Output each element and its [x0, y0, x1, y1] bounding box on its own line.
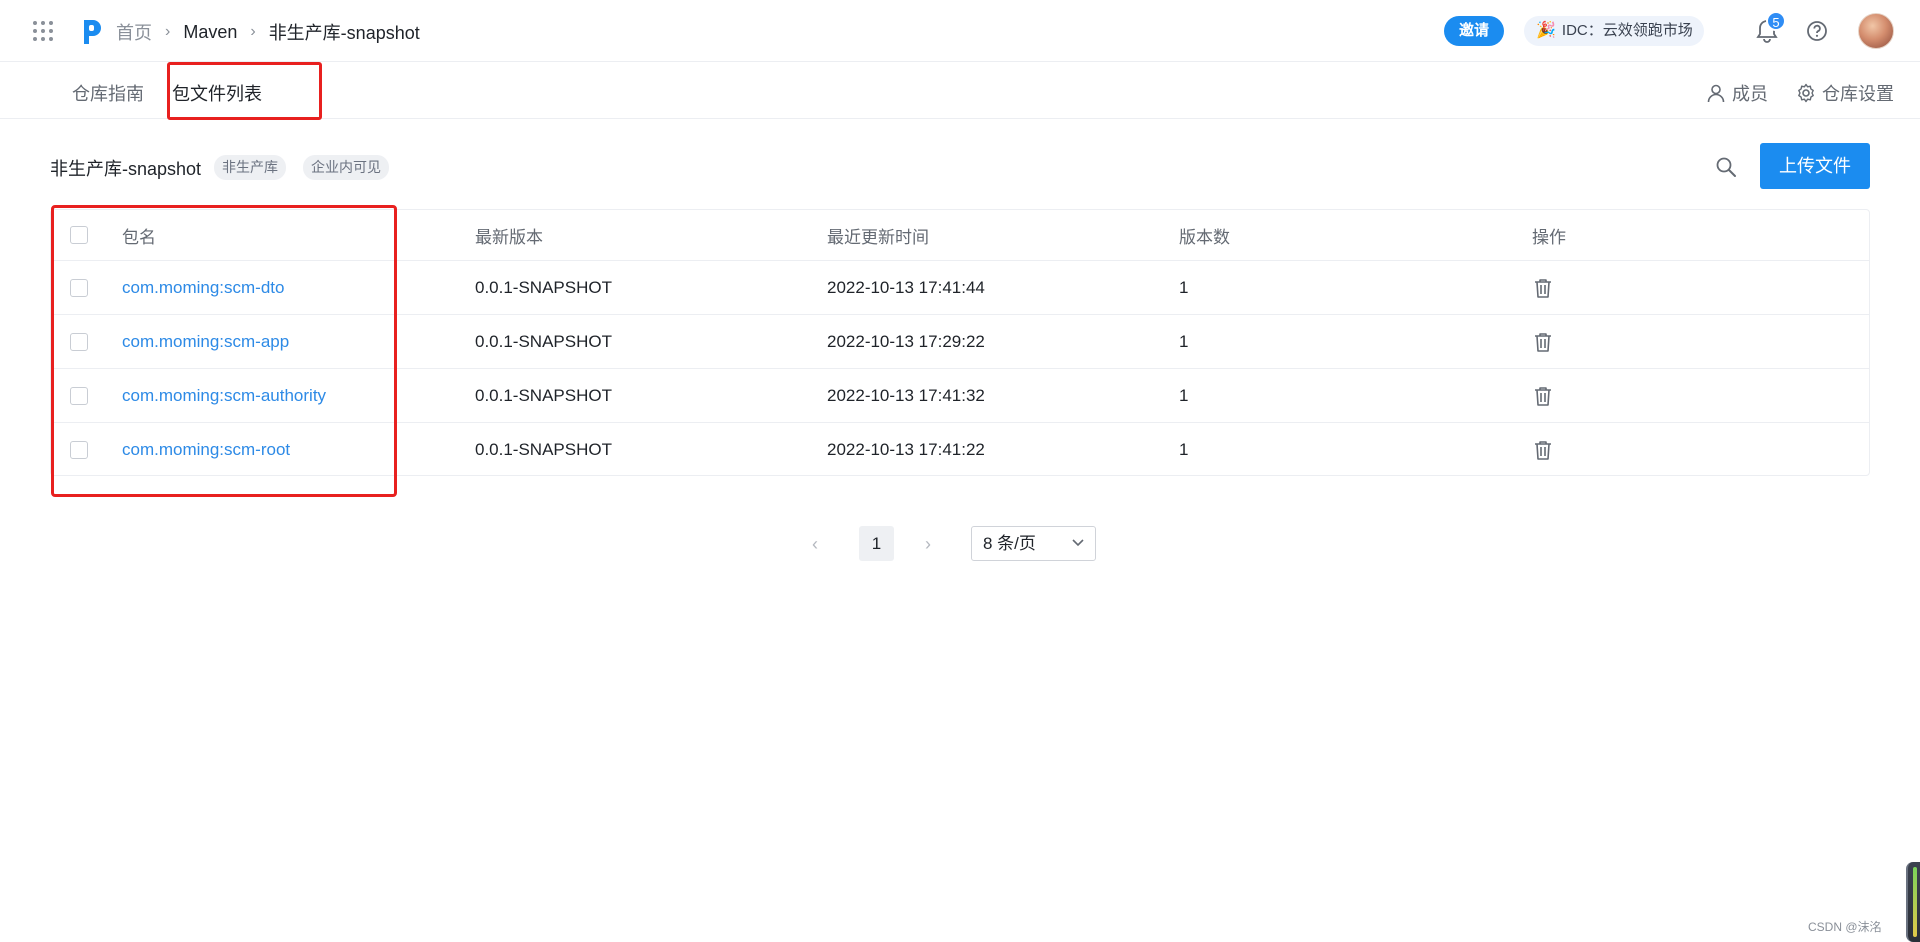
- latest-version: 0.0.1-SNAPSHOT: [475, 277, 612, 297]
- notification-badge: 5: [1766, 11, 1786, 31]
- table-row: com.moming:scm-app 0.0.1-SNAPSHOT 2022-1…: [51, 315, 1869, 369]
- row-checkbox[interactable]: [70, 278, 88, 297]
- delete-button[interactable]: [1532, 261, 1554, 314]
- table-row: com.moming:scm-authority 0.0.1-SNAPSHOT …: [51, 369, 1869, 423]
- version-count: 1: [1179, 440, 1189, 459]
- package-name-link[interactable]: com.moming:scm-dto: [122, 261, 284, 314]
- next-page-icon[interactable]: ›: [925, 534, 931, 555]
- invite-button[interactable]: 邀请: [1444, 16, 1504, 46]
- help-icon[interactable]: [1806, 20, 1828, 42]
- updated-time: 2022-10-13 17:29:22: [827, 331, 985, 351]
- gear-icon: [1798, 83, 1814, 103]
- version-count: 1: [1179, 331, 1189, 351]
- column-header-version: 最新版本: [475, 227, 543, 247]
- page-size-value: 8 条/页: [983, 534, 1036, 553]
- breadcrumb-home[interactable]: 首页: [116, 19, 152, 45]
- pagination: ‹ 1 › 8 条/页: [0, 526, 1920, 562]
- chevron-right-icon: ›: [165, 23, 171, 40]
- tab-package-list[interactable]: 包文件列表: [172, 80, 262, 106]
- latest-version: 0.0.1-SNAPSHOT: [475, 440, 612, 459]
- breadcrumb-maven[interactable]: Maven: [183, 22, 237, 43]
- delete-button[interactable]: [1532, 423, 1554, 477]
- trash-icon: [1535, 386, 1551, 406]
- visibility-tag: 企业内可见: [303, 155, 389, 180]
- delete-button[interactable]: [1532, 315, 1554, 368]
- updated-time: 2022-10-13 17:41:22: [827, 440, 985, 459]
- apps-grid-icon[interactable]: [33, 21, 53, 41]
- chevron-right-icon: ›: [250, 23, 256, 40]
- select-all-checkbox[interactable]: [70, 226, 88, 244]
- package-name-link[interactable]: com.moming:scm-root: [122, 423, 290, 477]
- top-header: 首页 › Maven › 非生产库-snapshot 邀请 🎉 IDC：云效领跑…: [0, 0, 1920, 62]
- package-name-link[interactable]: com.moming:scm-app: [122, 315, 289, 368]
- repo-subnav: 仓库指南 包文件列表 成员 仓库设置: [0, 62, 1920, 119]
- watermark: CSDN @沫洺: [1808, 920, 1882, 934]
- trash-icon: [1535, 278, 1551, 298]
- packages-logo-icon[interactable]: [78, 16, 106, 46]
- trash-icon: [1535, 441, 1551, 460]
- user-avatar[interactable]: [1858, 13, 1894, 49]
- version-count: 1: [1179, 385, 1189, 405]
- updated-time: 2022-10-13 17:41:32: [827, 385, 985, 405]
- version-count: 1: [1179, 277, 1189, 297]
- column-header-name: 包名: [122, 227, 156, 247]
- latest-version: 0.0.1-SNAPSHOT: [475, 331, 612, 351]
- upload-file-button[interactable]: 上传文件: [1760, 143, 1870, 189]
- row-checkbox[interactable]: [70, 441, 88, 459]
- idc-promo-label: IDC：云效领跑市场: [1561, 22, 1693, 39]
- table-row: com.moming:scm-root 0.0.1-SNAPSHOT 2022-…: [51, 423, 1869, 477]
- idc-promo-link[interactable]: 🎉 IDC：云效领跑市场: [1524, 16, 1704, 46]
- breadcrumb: 首页 › Maven › 非生产库-snapshot: [116, 19, 420, 45]
- env-tag: 非生产库: [214, 155, 286, 180]
- updated-time: 2022-10-13 17:41:44: [827, 277, 985, 297]
- settings-label: 仓库设置: [1822, 84, 1894, 104]
- party-popper-icon: 🎉: [1536, 22, 1556, 39]
- table-header-row: 包名 最新版本 最近更新时间 版本数 操作: [51, 210, 1869, 261]
- members-label: 成员: [1732, 84, 1768, 104]
- table-row: com.moming:scm-dto 0.0.1-SNAPSHOT 2022-1…: [51, 261, 1869, 315]
- package-name-link[interactable]: com.moming:scm-authority: [122, 369, 326, 422]
- column-header-count: 版本数: [1179, 227, 1230, 247]
- members-link[interactable]: 成员: [1706, 80, 1768, 106]
- tab-repo-guide[interactable]: 仓库指南: [72, 80, 144, 106]
- chevron-down-icon: [1072, 539, 1084, 547]
- breadcrumb-current[interactable]: 非生产库-snapshot: [269, 19, 420, 45]
- page-size-select[interactable]: 8 条/页: [971, 526, 1096, 561]
- search-icon[interactable]: [1714, 155, 1738, 179]
- page-number[interactable]: 1: [859, 526, 894, 561]
- side-widget[interactable]: [1906, 862, 1920, 942]
- column-header-updated: 最近更新时间: [827, 227, 929, 247]
- delete-button[interactable]: [1532, 369, 1554, 422]
- row-checkbox[interactable]: [70, 332, 88, 351]
- user-icon: [1707, 84, 1725, 103]
- prev-page-icon[interactable]: ‹: [812, 534, 818, 555]
- row-checkbox[interactable]: [70, 386, 88, 405]
- repo-settings-link[interactable]: 仓库设置: [1796, 80, 1894, 106]
- package-table: 包名 最新版本 最近更新时间 版本数 操作 com.moming:scm-dto…: [50, 209, 1870, 476]
- column-header-actions: 操作: [1532, 227, 1566, 247]
- trash-icon: [1535, 332, 1551, 352]
- repo-title: 非生产库-snapshot: [50, 159, 202, 179]
- latest-version: 0.0.1-SNAPSHOT: [475, 385, 612, 405]
